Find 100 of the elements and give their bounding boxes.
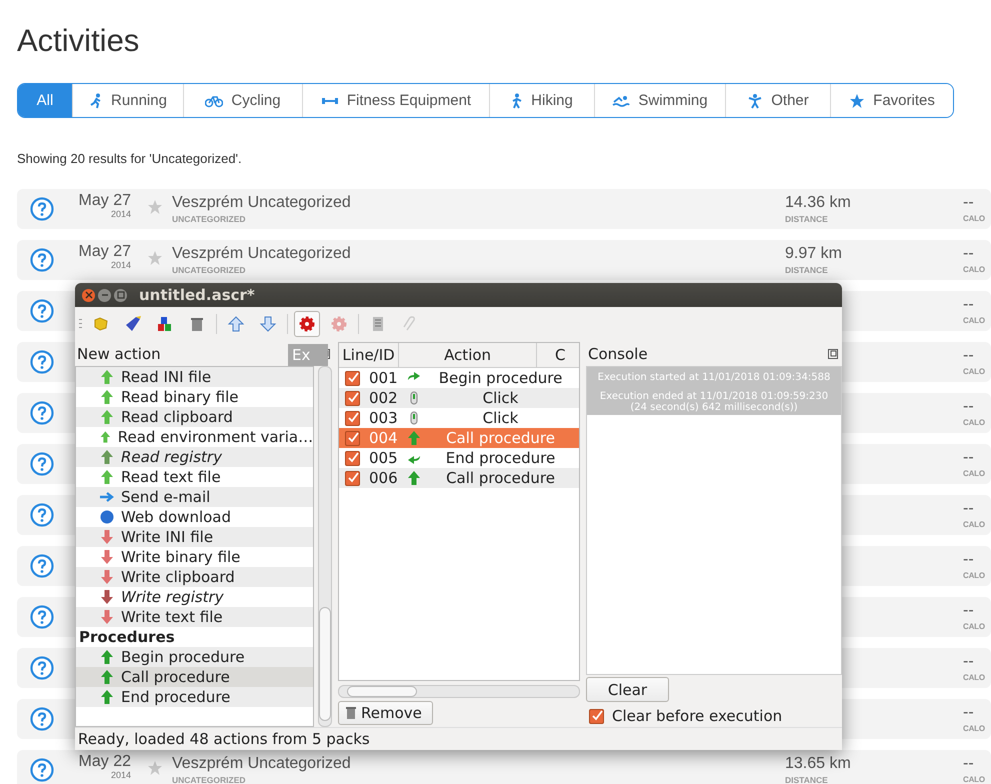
help-icon bbox=[30, 452, 54, 476]
distance-value: 13.65 km bbox=[785, 755, 852, 773]
down-arrow-icon bbox=[99, 589, 115, 605]
calories-value: -- bbox=[963, 653, 975, 671]
script-row[interactable]: 001 Begin procedure bbox=[339, 368, 579, 388]
panel-title: New action bbox=[77, 345, 161, 363]
activity-row[interactable]: May 22 2014 Veszprém Uncategorized UNCATEGORIZED 13.65 km DISTANCE -- CALO bbox=[17, 750, 991, 784]
activity-year: 2014 bbox=[110, 261, 131, 270]
help-icon bbox=[30, 503, 54, 527]
star-icon[interactable] bbox=[147, 199, 163, 215]
checkbox[interactable] bbox=[345, 390, 360, 406]
checkbox[interactable] bbox=[589, 708, 604, 724]
action-item[interactable]: Read text file bbox=[76, 467, 314, 487]
calories-value: -- bbox=[963, 194, 975, 212]
column-header[interactable]: Line/ID bbox=[339, 343, 400, 367]
calories-label: CALO bbox=[963, 673, 986, 682]
distance-label: DISTANCE bbox=[785, 265, 829, 275]
calories-value: -- bbox=[963, 755, 975, 773]
help-icon bbox=[30, 350, 54, 374]
dumbbell-icon bbox=[320, 96, 339, 106]
up-arrow-icon bbox=[99, 409, 115, 425]
calories-label: CALO bbox=[963, 418, 986, 427]
checkbox[interactable] bbox=[345, 370, 360, 386]
help-icon bbox=[30, 656, 54, 680]
scrollbar[interactable] bbox=[338, 685, 580, 698]
up-arrow-icon bbox=[99, 649, 115, 665]
calories-label: CALO bbox=[963, 775, 986, 784]
minimize-icon[interactable] bbox=[98, 288, 111, 302]
action-item[interactable]: Read binary file bbox=[76, 387, 314, 407]
help-icon bbox=[30, 758, 54, 782]
action-item[interactable]: End procedure bbox=[76, 687, 314, 707]
maximize-icon[interactable] bbox=[114, 288, 127, 302]
script-row[interactable]: 005 End procedure bbox=[339, 448, 579, 468]
activity-row[interactable]: May 27 2014 Veszprém Uncategorized UNCATEGORIZED 9.97 km DISTANCE -- CALO bbox=[17, 240, 991, 280]
activity-title[interactable]: Veszprém Uncategorized bbox=[172, 194, 351, 212]
gear-icon[interactable] bbox=[294, 310, 320, 336]
up-arrow-icon bbox=[99, 449, 115, 465]
action-item[interactable]: Read environment varia… bbox=[76, 427, 314, 447]
tooltip: Ex bbox=[288, 344, 328, 366]
action-item[interactable]: Read registry bbox=[76, 447, 314, 467]
action-item[interactable]: Write binary file bbox=[76, 547, 314, 567]
scrollbar[interactable] bbox=[318, 366, 332, 727]
close-icon[interactable] bbox=[82, 288, 95, 302]
checkbox[interactable] bbox=[345, 430, 360, 446]
help-icon bbox=[30, 554, 54, 578]
up-arrow-icon bbox=[99, 669, 115, 685]
star-icon[interactable] bbox=[147, 250, 163, 266]
down-arrow-icon bbox=[99, 609, 115, 625]
trash-icon bbox=[345, 706, 357, 720]
remove-button[interactable]: Remove bbox=[338, 701, 433, 725]
help-icon bbox=[30, 299, 54, 323]
calories-label: CALO bbox=[963, 265, 986, 274]
activity-title[interactable]: Veszprém Uncategorized bbox=[172, 755, 351, 773]
action-item[interactable]: Write clipboard bbox=[76, 567, 314, 587]
arrow-icon bbox=[406, 470, 422, 486]
calories-value: -- bbox=[963, 704, 975, 722]
checkbox[interactable] bbox=[345, 470, 360, 486]
activity-date: May 27 bbox=[78, 192, 131, 210]
up-arrow-icon bbox=[99, 389, 115, 405]
calories-label: CALO bbox=[963, 724, 986, 733]
calories-value: -- bbox=[963, 245, 975, 263]
activity-category: UNCATEGORIZED bbox=[172, 214, 247, 224]
help-icon bbox=[30, 401, 54, 425]
column-header[interactable]: Action bbox=[399, 343, 537, 367]
script-row[interactable]: 002 Click bbox=[339, 388, 579, 408]
activity-title[interactable]: Veszprém Uncategorized bbox=[172, 245, 351, 263]
checkbox[interactable] bbox=[345, 410, 360, 426]
script-row[interactable]: 003 Click bbox=[339, 408, 579, 428]
column-header[interactable]: C bbox=[536, 343, 579, 367]
checkbox[interactable] bbox=[345, 450, 360, 466]
action-item[interactable]: Begin procedure bbox=[76, 647, 314, 667]
category-tab[interactable]: All bbox=[18, 84, 73, 117]
calories-value: -- bbox=[963, 296, 975, 314]
star-icon[interactable] bbox=[147, 760, 163, 776]
action-item[interactable]: Write INI file bbox=[76, 527, 314, 547]
group-header: Procedures bbox=[78, 627, 176, 647]
checkbox-label[interactable]: Clear before execution bbox=[612, 707, 782, 725]
distance-label: DISTANCE bbox=[785, 214, 829, 224]
distance-label: DISTANCE bbox=[785, 775, 829, 784]
arrow-icon bbox=[406, 430, 422, 446]
activity-date: May 22 bbox=[78, 753, 131, 771]
activity-category: UNCATEGORIZED bbox=[172, 265, 247, 275]
help-icon bbox=[30, 248, 54, 272]
activity-row[interactable]: May 27 2014 Veszprém Uncategorized UNCATEGORIZED 14.36 km DISTANCE -- CALO bbox=[17, 189, 991, 229]
calories-label: CALO bbox=[963, 469, 986, 478]
action-item[interactable]: Call procedure bbox=[76, 667, 314, 687]
action-item[interactable]: Web download bbox=[76, 507, 314, 527]
action-item[interactable]: Write text file bbox=[76, 607, 314, 627]
action-item[interactable]: Write registry bbox=[76, 587, 314, 607]
action-item[interactable]: Read clipboard bbox=[76, 407, 314, 427]
status-bar: Ready, loaded 48 actions from 5 packs bbox=[75, 727, 842, 750]
calories-value: -- bbox=[963, 449, 975, 467]
action-item[interactable]: Send e-mail bbox=[76, 487, 314, 507]
script-row[interactable]: 006 Call procedure bbox=[339, 468, 579, 488]
activity-date: May 27 bbox=[78, 243, 131, 261]
activity-year: 2014 bbox=[110, 210, 131, 219]
float-icon[interactable] bbox=[828, 349, 838, 359]
clear-button[interactable]: Clear bbox=[586, 677, 669, 702]
action-item[interactable]: Read INI file bbox=[76, 367, 314, 387]
calories-label: CALO bbox=[963, 622, 986, 631]
